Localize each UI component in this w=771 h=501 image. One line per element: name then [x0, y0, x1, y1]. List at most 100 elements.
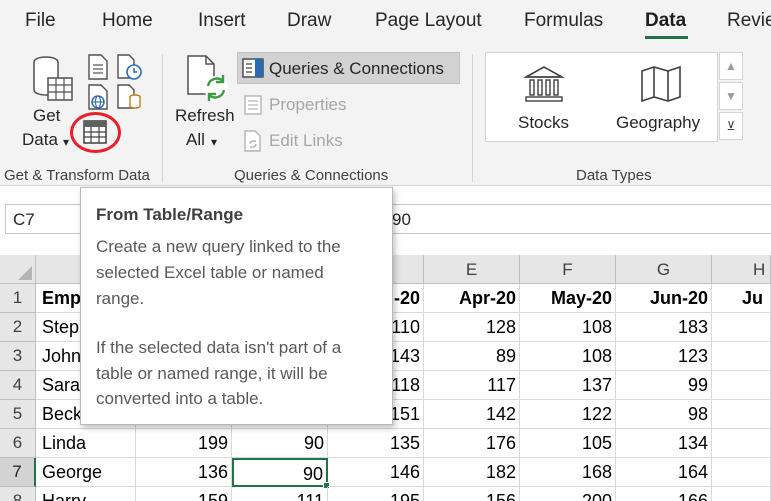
row-header-1[interactable]: 1 — [0, 284, 36, 313]
cell-g1[interactable]: Jun-20 — [616, 284, 712, 313]
cell-g5[interactable]: 98 — [616, 400, 712, 429]
gallery-scroll-down[interactable]: ▼ — [719, 82, 743, 110]
stocks-button[interactable]: Stocks — [518, 113, 569, 133]
chevron-down-icon[interactable]: ▾ — [63, 135, 69, 149]
chevron-down-icon[interactable]: ▾ — [211, 135, 217, 149]
text-file-icon — [88, 54, 108, 80]
gallery-expand[interactable]: ⊻ — [719, 112, 743, 140]
get-data-label-2[interactable]: Data — [22, 130, 58, 150]
recent-sources-button[interactable] — [116, 54, 142, 80]
existing-connections-button[interactable] — [116, 84, 142, 110]
get-data-label[interactable]: Get — [33, 106, 60, 126]
cell-h8[interactable] — [712, 487, 771, 501]
cell-h7[interactable] — [712, 458, 771, 487]
cell-g8[interactable]: 166 — [616, 487, 712, 501]
cell-h3[interactable] — [712, 342, 771, 371]
tooltip-text-line: Create a new query linked to the — [96, 237, 341, 256]
tab-review[interactable]: Revie — [727, 10, 771, 32]
cell-e7[interactable]: 182 — [424, 458, 520, 487]
cell-g3[interactable]: 123 — [616, 342, 712, 371]
cell-b6[interactable]: 199 — [136, 429, 232, 458]
cell-g2[interactable]: 183 — [616, 313, 712, 342]
web-globe-icon — [88, 84, 108, 110]
cell-e6[interactable]: 176 — [424, 429, 520, 458]
cell-h2[interactable] — [712, 313, 771, 342]
cell-f2[interactable]: 108 — [520, 313, 616, 342]
group-divider — [162, 54, 163, 182]
row-header-4[interactable]: 4 — [0, 371, 36, 400]
row-header-3[interactable]: 3 — [0, 342, 36, 371]
gallery-scroll-up[interactable]: ▲ — [719, 52, 743, 80]
stocks-icon[interactable] — [522, 65, 566, 103]
tab-page-layout[interactable]: Page Layout — [375, 10, 482, 32]
tab-formulas[interactable]: Formulas — [524, 10, 603, 32]
cell-e5[interactable]: 142 — [424, 400, 520, 429]
refresh-all-button[interactable] — [184, 54, 232, 104]
cell-a7[interactable]: George — [36, 458, 136, 487]
row-header-6[interactable]: 6 — [0, 429, 36, 458]
cell-f1[interactable]: May-20 — [520, 284, 616, 313]
row-header-2[interactable]: 2 — [0, 313, 36, 342]
cell-b8[interactable]: 159 — [136, 487, 232, 501]
tab-file[interactable]: File — [25, 10, 56, 32]
tooltip-text-line: table or named range, it will be — [96, 364, 328, 383]
cell-e1[interactable]: Apr-20 — [424, 284, 520, 313]
edit-links-button[interactable]: Edit Links — [269, 131, 343, 151]
select-all-corner[interactable] — [0, 255, 36, 284]
cell-g7[interactable]: 164 — [616, 458, 712, 487]
tab-insert[interactable]: Insert — [198, 10, 246, 32]
group-divider — [472, 54, 473, 182]
tooltip-text-line: If the selected data isn't part of a — [96, 338, 342, 357]
cell-c6[interactable]: 90 — [232, 429, 328, 458]
cell-a8[interactable]: Harry — [36, 487, 136, 501]
cell-h1[interactable]: Ju — [712, 284, 771, 313]
column-header-h[interactable]: H — [712, 255, 771, 284]
cell-e4[interactable]: 117 — [424, 371, 520, 400]
column-header-e[interactable]: E — [424, 255, 520, 284]
tooltip-text-line: converted into a table. — [96, 389, 264, 408]
formula-input[interactable]: 90 — [392, 204, 771, 234]
cell-c8[interactable]: 111 — [232, 487, 328, 501]
row-header-5[interactable]: 5 — [0, 400, 36, 429]
column-header-f[interactable]: F — [520, 255, 616, 284]
row-header-7[interactable]: 7 — [0, 458, 36, 487]
row-header-8[interactable]: 8 — [0, 487, 36, 501]
cell-a6[interactable]: Linda — [36, 429, 136, 458]
refresh-label[interactable]: Refresh — [175, 106, 235, 126]
cell-h4[interactable] — [712, 371, 771, 400]
cell-f3[interactable]: 108 — [520, 342, 616, 371]
from-text-csv-button[interactable] — [86, 54, 110, 80]
cell-h5[interactable] — [712, 400, 771, 429]
cell-e2[interactable]: 128 — [424, 313, 520, 342]
tab-data[interactable]: Data — [645, 10, 686, 32]
tab-draw[interactable]: Draw — [287, 10, 331, 32]
cell-g6[interactable]: 134 — [616, 429, 712, 458]
properties-button[interactable]: Properties — [269, 95, 346, 115]
refresh-label-2[interactable]: All — [186, 130, 205, 150]
cell-h6[interactable] — [712, 429, 771, 458]
queries-pane-icon — [242, 58, 264, 78]
tooltip-title: From Table/Range — [96, 205, 244, 224]
cell-g4[interactable]: 99 — [616, 371, 712, 400]
cell-e3[interactable]: 89 — [424, 342, 520, 371]
formula-value: 90 — [392, 210, 411, 229]
refresh-icon — [187, 55, 228, 101]
cell-d7[interactable]: 146 — [328, 458, 424, 487]
cell-f8[interactable]: 200 — [520, 487, 616, 501]
geography-icon[interactable] — [640, 65, 682, 103]
geography-button[interactable]: Geography — [616, 113, 700, 133]
cell-d6[interactable]: 135 — [328, 429, 424, 458]
column-header-g[interactable]: G — [616, 255, 712, 284]
get-data-button[interactable] — [28, 54, 74, 104]
cell-f5[interactable]: 122 — [520, 400, 616, 429]
cell-e8[interactable]: 156 — [424, 487, 520, 501]
cell-b7[interactable]: 136 — [136, 458, 232, 487]
cell-d8[interactable]: 195 — [328, 487, 424, 501]
from-web-button[interactable] — [86, 84, 110, 110]
selected-cell[interactable]: 90 — [232, 458, 328, 487]
queries-connections-label[interactable]: Queries & Connections — [269, 59, 444, 79]
cell-f6[interactable]: 105 — [520, 429, 616, 458]
cell-f7[interactable]: 168 — [520, 458, 616, 487]
cell-f4[interactable]: 137 — [520, 371, 616, 400]
tab-home[interactable]: Home — [102, 10, 153, 32]
